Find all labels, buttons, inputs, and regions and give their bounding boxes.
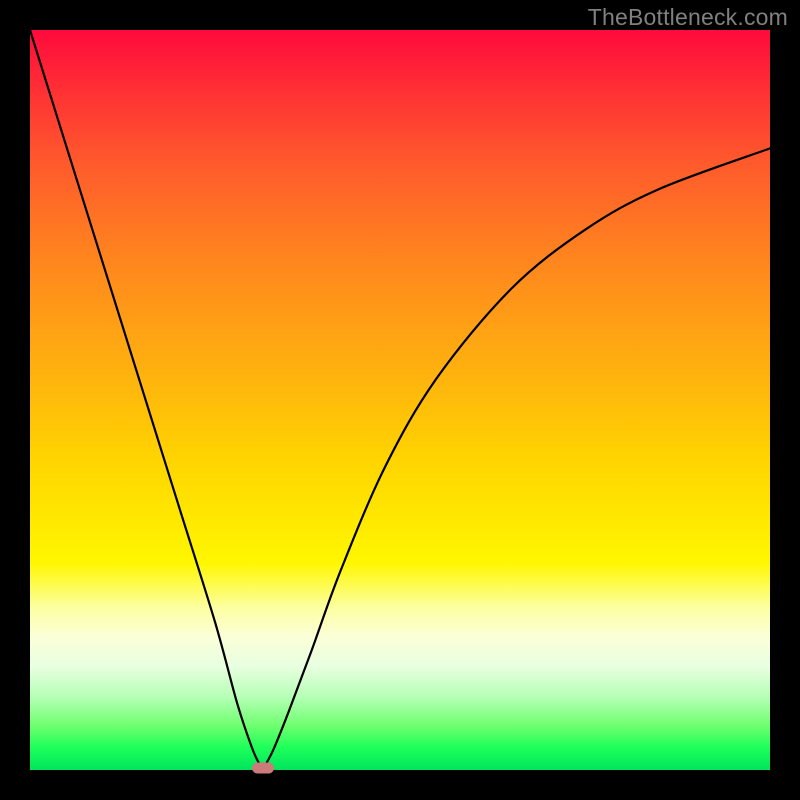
plot-area: [30, 30, 770, 770]
curve-svg: [30, 30, 770, 770]
minimum-marker: [252, 763, 274, 774]
bottleneck-curve-path: [30, 30, 770, 770]
watermark-text: TheBottleneck.com: [588, 4, 788, 31]
chart-container: TheBottleneck.com: [0, 0, 800, 800]
